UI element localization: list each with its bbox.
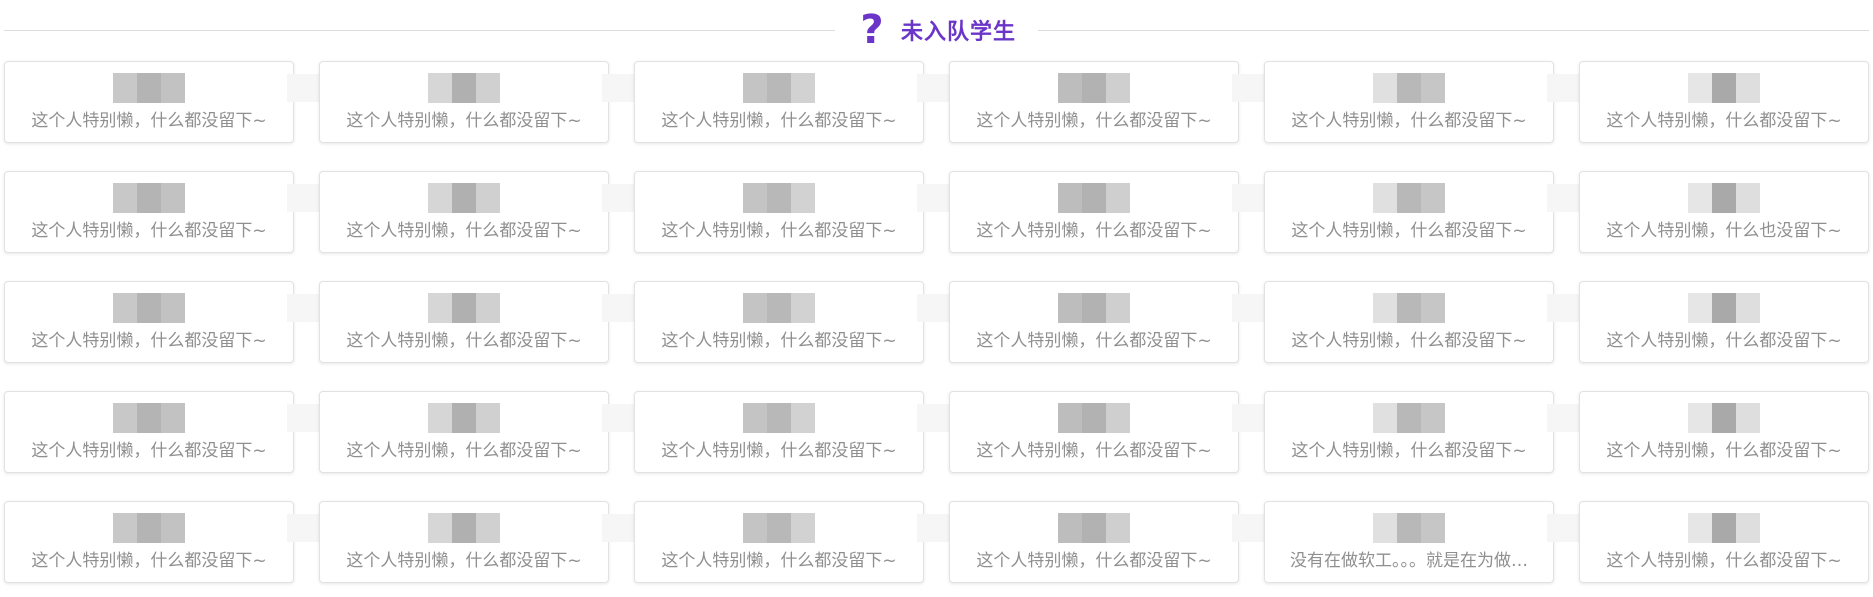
student-description: 这个人特别懒，什么都没留下~ [976, 331, 1212, 351]
student-description: 这个人特别懒，什么都没留下~ [346, 331, 582, 351]
student-name-blurred [428, 293, 500, 323]
student-description: 这个人特别懒，什么都没留下~ [346, 111, 582, 131]
student-card[interactable]: 这个人特别懒，什么都没留下~ [634, 61, 963, 143]
student-name-blurred [1688, 73, 1760, 103]
student-description: 这个人特别懒，什么都没留下~ [661, 551, 897, 571]
student-card[interactable]: 这个人特别懒，什么都没留下~ [1579, 61, 1869, 143]
student-description: 这个人特别懒，什么都没留下~ [346, 441, 582, 461]
student-card[interactable]: 这个人特别懒，什么都没留下~ [4, 501, 333, 583]
student-card[interactable]: 这个人特别懒，什么都没留下~ [319, 61, 648, 143]
student-description: 这个人特别懒，什么都没留下~ [31, 111, 267, 131]
student-name-blurred [743, 403, 815, 433]
student-name-blurred [113, 403, 185, 433]
student-name-blurred [113, 183, 185, 213]
student-card[interactable]: 这个人特别懒，什么都没留下~ [4, 391, 333, 473]
student-description: 这个人特别懒，什么都没留下~ [1606, 331, 1842, 351]
student-card[interactable]: 这个人特别懒，什么都没留下~ [319, 171, 648, 253]
student-description: 这个人特别懒，什么都没留下~ [31, 441, 267, 461]
student-card[interactable]: 这个人特别懒，什么都没留下~ [1579, 281, 1869, 363]
header-divider-left [4, 29, 835, 31]
student-name-blurred [428, 183, 500, 213]
student-card[interactable]: 这个人特别懒，什么都没留下~ [1264, 391, 1593, 473]
student-card[interactable]: 这个人特别懒，什么都没留下~ [634, 391, 963, 473]
student-description: 这个人特别懒，什么也没留下~ [1606, 221, 1842, 241]
student-card[interactable]: 这个人特别懒，什么都没留下~ [949, 171, 1278, 253]
student-description: 这个人特别懒，什么都没留下~ [31, 551, 267, 571]
student-card[interactable]: 这个人特别懒，什么都没留下~ [319, 391, 648, 473]
student-name-blurred [113, 513, 185, 543]
student-card[interactable]: 这个人特别懒，什么都没留下~ [949, 391, 1278, 473]
student-card[interactable]: 这个人特别懒，什么都没留下~ [634, 281, 963, 363]
student-description: 这个人特别懒，什么都没留下~ [976, 111, 1212, 131]
student-name-blurred [1688, 183, 1760, 213]
student-description: 没有在做软工。。。就是在为做… [1290, 551, 1528, 571]
student-card[interactable]: 这个人特别懒，什么都没留下~ [949, 61, 1278, 143]
student-card[interactable]: 这个人特别懒，什么都没留下~ [4, 281, 333, 363]
student-card[interactable]: 这个人特别懒，什么都没留下~ [1579, 501, 1869, 583]
student-card[interactable]: 这个人特别懒，什么都没留下~ [1264, 281, 1593, 363]
section-title-wrap: ? 未入队学生 [835, 10, 1038, 50]
student-card[interactable]: 没有在做软工。。。就是在为做… [1264, 501, 1593, 583]
student-name-blurred [113, 293, 185, 323]
student-card[interactable]: 这个人特别懒，什么都没留下~ [949, 501, 1278, 583]
student-description: 这个人特别懒，什么都没留下~ [31, 331, 267, 351]
student-name-blurred [113, 73, 185, 103]
student-card[interactable]: 这个人特别懒，什么都没留下~ [1264, 61, 1593, 143]
student-description: 这个人特别懒，什么都没留下~ [1606, 111, 1842, 131]
student-description: 这个人特别懒，什么都没留下~ [661, 331, 897, 351]
student-card[interactable]: 这个人特别懒，什么都没留下~ [319, 501, 648, 583]
student-name-blurred [743, 73, 815, 103]
student-card[interactable]: 这个人特别懒，什么都没留下~ [634, 171, 963, 253]
student-card[interactable]: 这个人特别懒，什么都没留下~ [4, 61, 333, 143]
student-name-blurred [1373, 513, 1445, 543]
student-name-blurred [1058, 403, 1130, 433]
student-name-blurred [743, 293, 815, 323]
student-description: 这个人特别懒，什么都没留下~ [1291, 331, 1527, 351]
student-name-blurred [1373, 73, 1445, 103]
section-title: 未入队学生 [901, 20, 1017, 45]
student-name-blurred [1058, 293, 1130, 323]
student-name-blurred [1373, 183, 1445, 213]
student-description: 这个人特别懒，什么都没留下~ [976, 441, 1212, 461]
student-name-blurred [743, 513, 815, 543]
section-header: ? 未入队学生 [4, 8, 1870, 52]
header-divider-right [1038, 29, 1870, 31]
student-name-blurred [428, 73, 500, 103]
student-description: 这个人特别懒，什么都没留下~ [976, 221, 1212, 241]
student-card[interactable]: 这个人特别懒，什么都没留下~ [1264, 171, 1593, 253]
student-card[interactable]: 这个人特别懒，什么都没留下~ [319, 281, 648, 363]
student-card[interactable]: 这个人特别懒，什么都没留下~ [949, 281, 1278, 363]
student-card-grid: 这个人特别懒，什么都没留下~ 这个人特别懒，什么都没留下~ 这个人特别懒，什么都没留… [4, 61, 1870, 583]
student-name-blurred [1058, 183, 1130, 213]
student-description: 这个人特别懒，什么都没留下~ [346, 221, 582, 241]
student-description: 这个人特别懒，什么都没留下~ [1606, 441, 1842, 461]
student-description: 这个人特别懒，什么都没留下~ [1291, 441, 1527, 461]
student-description: 这个人特别懒，什么都没留下~ [1606, 551, 1842, 571]
question-mark-icon: ? [860, 7, 884, 53]
student-name-blurred [428, 513, 500, 543]
student-name-blurred [1688, 403, 1760, 433]
student-name-blurred [1058, 513, 1130, 543]
student-description: 这个人特别懒，什么都没留下~ [1291, 221, 1527, 241]
student-name-blurred [428, 403, 500, 433]
student-card[interactable]: 这个人特别懒，什么都没留下~ [1579, 391, 1869, 473]
student-card[interactable]: 这个人特别懒，什么也没留下~ [1579, 171, 1869, 253]
student-description: 这个人特别懒，什么都没留下~ [661, 441, 897, 461]
student-description: 这个人特别懒，什么都没留下~ [661, 221, 897, 241]
student-name-blurred [743, 183, 815, 213]
student-description: 这个人特别懒，什么都没留下~ [976, 551, 1212, 571]
unteamed-students-page: ? 未入队学生 这个人特别懒，什么都没留下~ 这个人特别懒，什么都没留下~ 这个人特… [0, 0, 1873, 597]
student-name-blurred [1373, 403, 1445, 433]
student-description: 这个人特别懒，什么都没留下~ [661, 111, 897, 131]
student-name-blurred [1058, 73, 1130, 103]
student-description: 这个人特别懒，什么都没留下~ [31, 221, 267, 241]
student-name-blurred [1373, 293, 1445, 323]
student-card[interactable]: 这个人特别懒，什么都没留下~ [4, 171, 333, 253]
student-description: 这个人特别懒，什么都没留下~ [346, 551, 582, 571]
student-description: 这个人特别懒，什么都没留下~ [1291, 111, 1527, 131]
student-name-blurred [1688, 513, 1760, 543]
student-name-blurred [1688, 293, 1760, 323]
student-card[interactable]: 这个人特别懒，什么都没留下~ [634, 501, 963, 583]
